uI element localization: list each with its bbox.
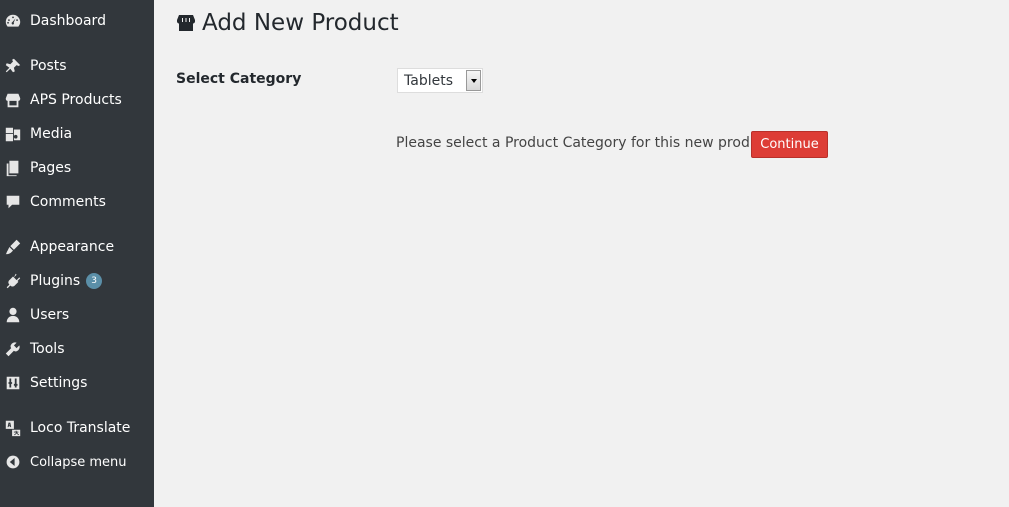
sidebar-item-label: Media: [30, 126, 73, 142]
sidebar-item-label: Tools: [30, 341, 65, 357]
sidebar-item-label: Pages: [30, 160, 72, 176]
translate-icon: [3, 418, 23, 438]
sidebar-item-aps-products[interactable]: APS Products: [0, 85, 154, 115]
store-icon: [3, 90, 23, 110]
sidebar-item-appearance[interactable]: Appearance: [0, 232, 154, 262]
chevron-down-icon[interactable]: [466, 70, 481, 91]
sidebar-item-comments[interactable]: Comments: [0, 187, 154, 217]
dashboard-icon: [3, 11, 23, 31]
main-content: Add New Product Select Category Tablets …: [154, 0, 1009, 507]
sidebar-item-plugins[interactable]: Plugins 3: [0, 266, 154, 296]
sidebar-item-label: Appearance: [30, 239, 115, 255]
sidebar-item-dashboard[interactable]: Dashboard: [0, 6, 154, 36]
sidebar-item-posts[interactable]: Posts: [0, 51, 154, 81]
category-select-value: Tablets: [404, 72, 453, 89]
sidebar-item-tools[interactable]: Tools: [0, 334, 154, 364]
sidebar-item-label: Settings: [30, 375, 88, 391]
sidebar-item-media[interactable]: Media: [0, 119, 154, 149]
user-icon: [3, 305, 23, 325]
media-icon: [3, 124, 23, 144]
sidebar-item-settings[interactable]: Settings: [0, 368, 154, 398]
sidebar-item-label: Users: [30, 307, 70, 323]
pages-icon: [3, 158, 23, 178]
settings-icon: [3, 373, 23, 393]
collapse-menu-button[interactable]: Collapse menu: [0, 447, 154, 477]
sidebar-item-label: APS Products: [30, 92, 122, 108]
select-category-label: Select Category: [176, 71, 302, 87]
page-title: Add New Product: [176, 10, 399, 36]
sidebar-item-label: Dashboard: [30, 13, 106, 29]
comment-icon: [3, 192, 23, 212]
sidebar-item-label: Comments: [30, 194, 106, 210]
page-title-text: Add New Product: [202, 10, 399, 36]
sidebar-item-label: Plugins: [30, 273, 81, 289]
sidebar-item-label: Posts: [30, 58, 67, 74]
pin-icon: [3, 56, 23, 76]
continue-button[interactable]: Continue: [751, 131, 828, 158]
sidebar-item-label: Loco Translate: [30, 420, 131, 436]
sidebar-item-loco-translate[interactable]: Loco Translate: [0, 413, 154, 443]
brush-icon: [3, 237, 23, 257]
category-select[interactable]: Tablets: [397, 68, 483, 93]
category-prompt-text: Please select a Product Category for thi…: [396, 135, 777, 151]
store-icon: [177, 15, 195, 31]
update-count-badge: 3: [86, 273, 103, 289]
collapse-menu-label: Collapse menu: [30, 454, 127, 470]
admin-sidebar: Dashboard Posts APS Products Media Pages…: [0, 0, 154, 507]
collapse-arrow-icon: [3, 452, 23, 472]
sidebar-item-users[interactable]: Users: [0, 300, 154, 330]
wrench-icon: [3, 339, 23, 359]
sidebar-item-pages[interactable]: Pages: [0, 153, 154, 183]
plug-icon: [3, 271, 23, 291]
